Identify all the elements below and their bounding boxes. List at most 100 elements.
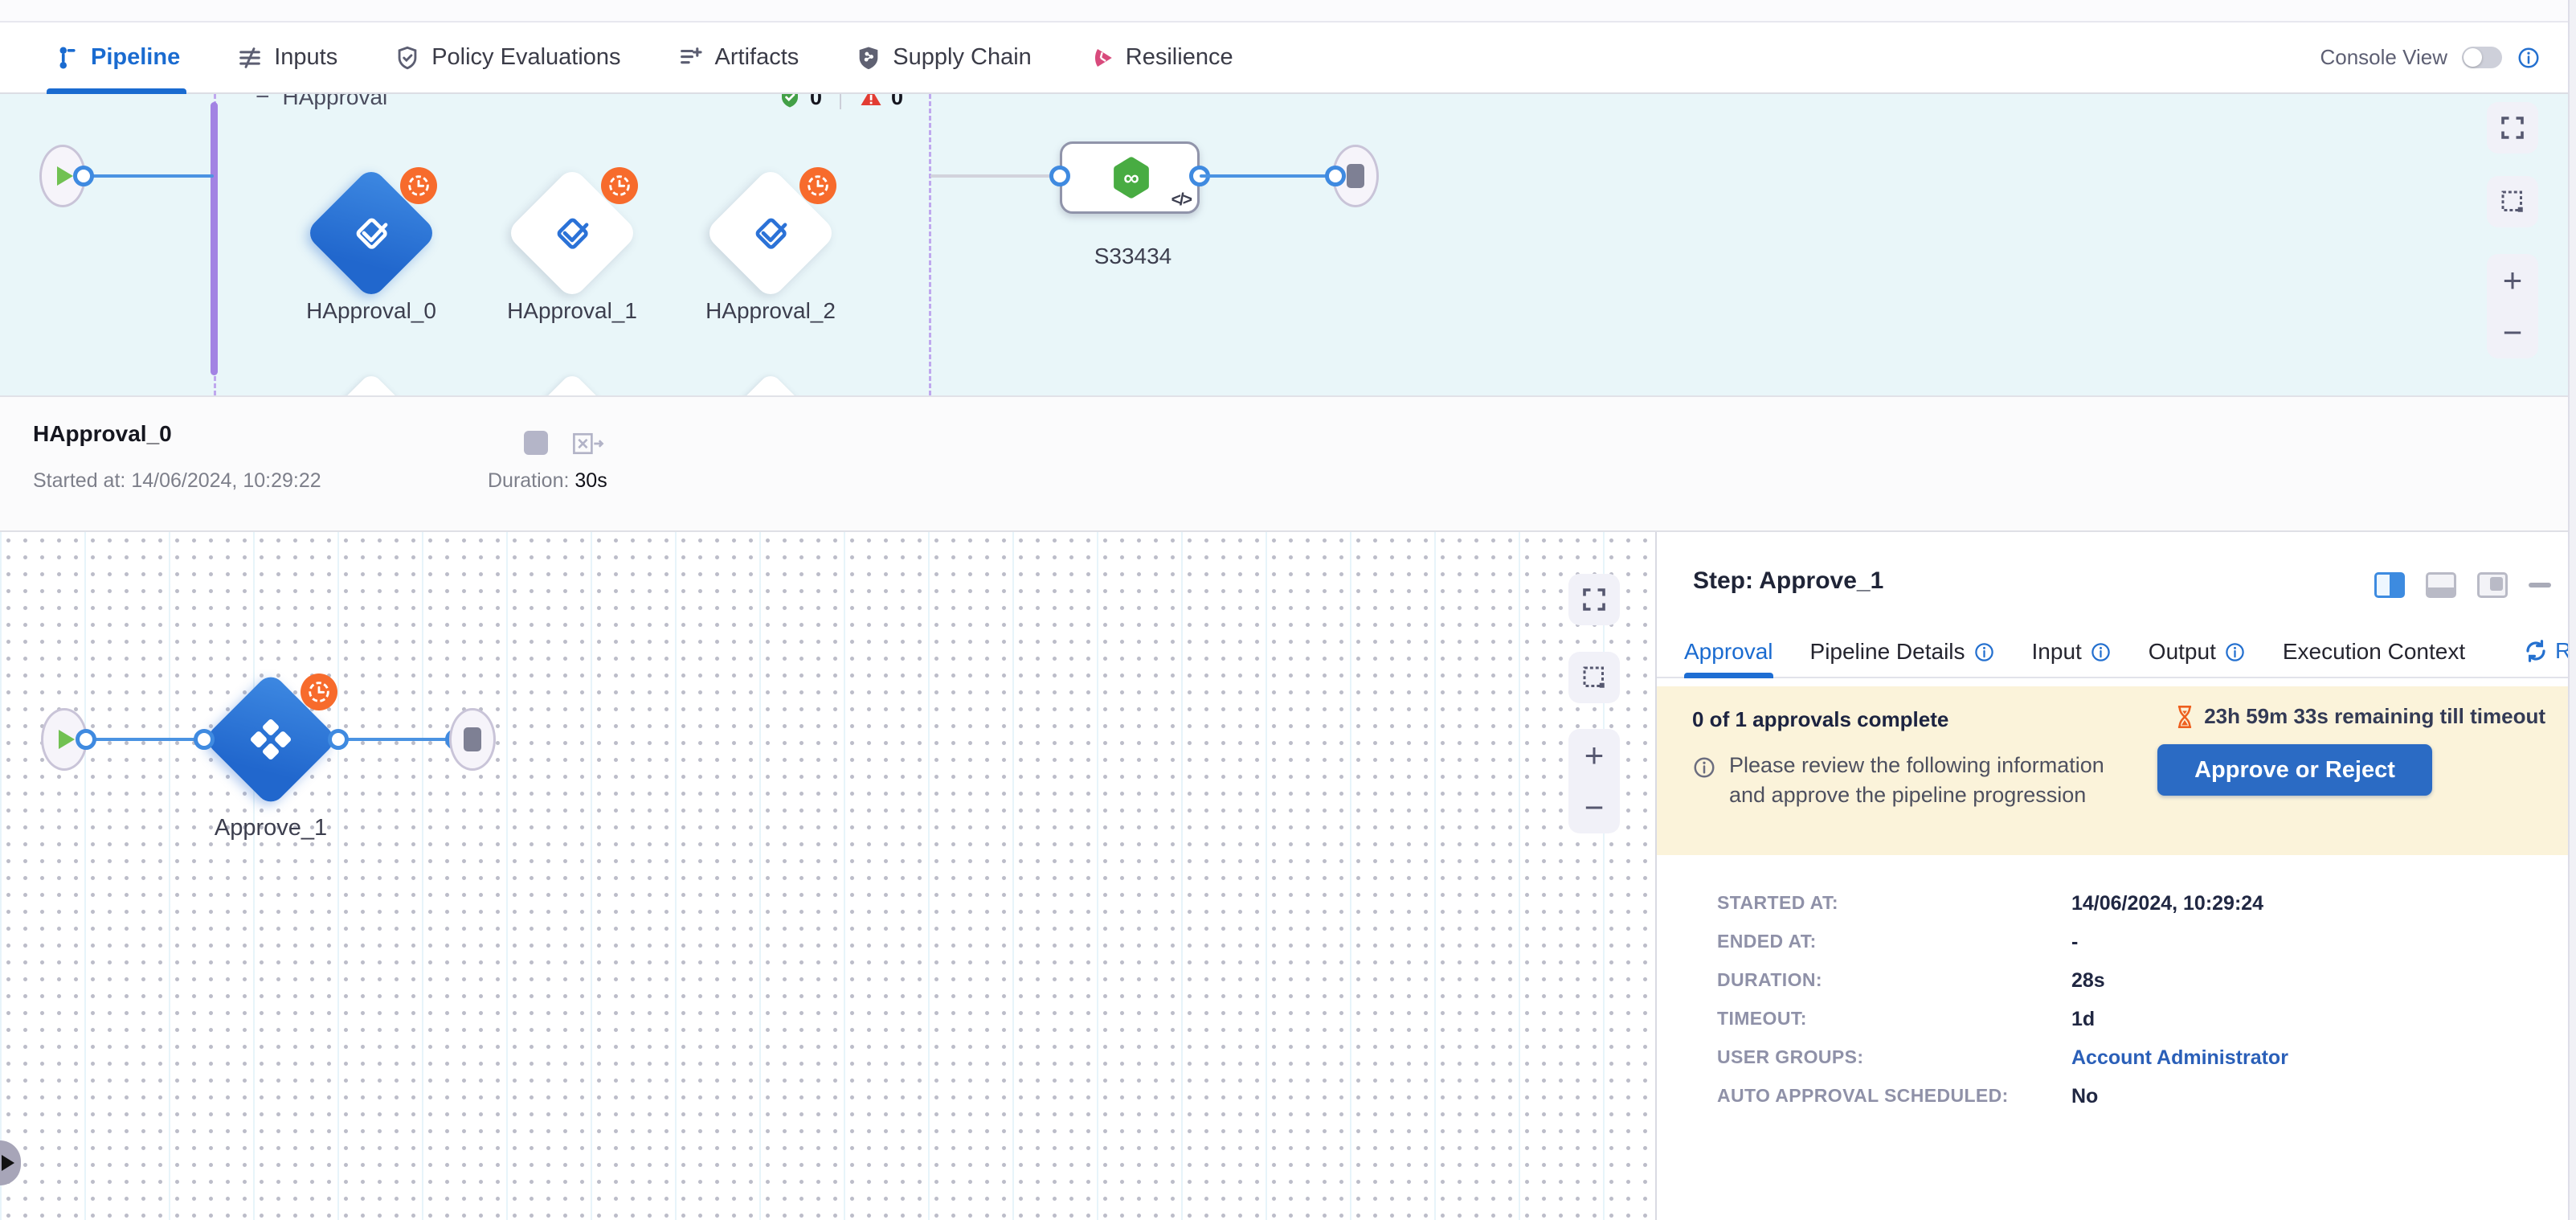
zoom-out-button[interactable]: − xyxy=(2503,316,2523,350)
tab-artifacts[interactable]: Artifacts xyxy=(671,23,806,92)
approve-or-reject-button[interactable]: Approve or Reject xyxy=(2157,744,2432,796)
fullscreen-button[interactable] xyxy=(1568,574,1620,625)
tab-execution-context[interactable]: Execution Context xyxy=(2283,627,2465,677)
hourglass-icon xyxy=(2173,705,2196,729)
edge-line xyxy=(1200,174,1336,178)
timeout-clock-badge xyxy=(799,167,836,204)
tab-pipeline[interactable]: Pipeline xyxy=(47,23,186,92)
fail-count: 0 xyxy=(891,94,903,110)
tab-inputs[interactable]: Inputs xyxy=(230,23,344,92)
tab-policy-evaluations[interactable]: Policy Evaluations xyxy=(387,23,627,92)
connector-port xyxy=(73,166,94,186)
list-plus-icon xyxy=(677,44,705,72)
graph-end-node[interactable] xyxy=(449,708,496,771)
timeout-clock-badge xyxy=(400,167,437,204)
marquee-select-button[interactable] xyxy=(2487,176,2538,227)
panel-title: Step: Approve_1 xyxy=(1693,567,1883,595)
zoom-in-button[interactable]: + xyxy=(1584,739,1605,772)
detail-value: No xyxy=(2071,1085,2098,1108)
caret-right-icon xyxy=(2,1155,14,1171)
info-icon xyxy=(2224,641,2246,663)
step-node-approve-1[interactable] xyxy=(202,671,339,808)
info-icon xyxy=(1692,755,1716,780)
step-node-happroval-1[interactable] xyxy=(505,166,639,300)
split-right-view-button[interactable] xyxy=(2374,572,2405,598)
collapse-minus-icon[interactable]: − xyxy=(256,94,270,111)
selected-stage-bar xyxy=(211,102,218,375)
timeout-clock-badge xyxy=(601,167,638,204)
success-shield-icon xyxy=(778,94,802,109)
tab-label: Policy Evaluations xyxy=(431,44,620,71)
play-icon xyxy=(57,166,73,186)
approval-message: Please review the following information … xyxy=(1729,751,2104,810)
detail-label: STARTED AT: xyxy=(1717,892,2071,915)
step-label: HApproval_2 xyxy=(704,298,837,324)
detail-row: USER GROUPS: Account Administrator xyxy=(1717,1046,2288,1070)
marquee-select-button[interactable] xyxy=(1568,652,1620,703)
stop-icon xyxy=(1347,164,1364,188)
step-node-happroval-2[interactable] xyxy=(704,166,837,300)
timeout-clock-badge xyxy=(301,673,337,710)
stage-boundary-right xyxy=(929,94,931,395)
info-icon[interactable] xyxy=(2517,46,2541,70)
marquee-icon xyxy=(2498,187,2527,216)
tab-label: Output xyxy=(2149,639,2216,665)
top-strip xyxy=(0,0,2576,23)
tab-label: Input xyxy=(2032,639,2082,665)
panel-tabs: Approval Pipeline Details Input Output E… xyxy=(1657,627,2576,678)
detail-row: AUTO APPROVAL SCHEDULED: No xyxy=(1717,1085,2098,1108)
detail-row: TIMEOUT: 1d xyxy=(1717,1008,2095,1031)
detail-value: 1d xyxy=(2071,1008,2095,1031)
tab-label: Inputs xyxy=(274,44,337,71)
step-node-s33434[interactable]: ∞ </> xyxy=(1060,141,1200,214)
approval-banner: 0 of 1 approvals complete 23h 59m 33s re… xyxy=(1657,686,2576,855)
stop-icon xyxy=(464,727,481,751)
drawer-expand-handle[interactable] xyxy=(0,1140,21,1185)
detail-label: TIMEOUT: xyxy=(1717,1008,2071,1031)
bottom-view-button[interactable] xyxy=(2426,572,2456,598)
console-view-toggle[interactable] xyxy=(2462,47,2502,68)
approval-progress: 0 of 1 approvals complete xyxy=(1692,707,1948,732)
tab-approval[interactable]: Approval xyxy=(1684,627,1773,677)
approval-check-icon xyxy=(746,208,795,258)
info-icon xyxy=(2090,641,2112,663)
fullscreen-icon xyxy=(1580,585,1609,614)
tab-resilience[interactable]: Resilience xyxy=(1082,23,1240,92)
tab-pipeline-details[interactable]: Pipeline Details xyxy=(1810,627,1995,677)
tab-input[interactable]: Input xyxy=(2032,627,2112,677)
play-icon xyxy=(59,730,75,749)
tab-output[interactable]: Output xyxy=(2149,627,2246,677)
execution-nav-bar: Pipeline Inputs Policy Evaluations Artif… xyxy=(0,23,2576,94)
step-node-partial xyxy=(314,371,427,395)
toggle-knob xyxy=(2464,48,2482,67)
detail-value: 14/06/2024, 10:29:24 xyxy=(2071,892,2263,915)
fullscreen-button[interactable] xyxy=(2487,102,2538,154)
tab-label: Pipeline Details xyxy=(1810,639,1965,665)
step-label: S33434 xyxy=(1063,244,1203,269)
detail-label: AUTO APPROVAL SCHEDULED: xyxy=(1717,1085,2071,1108)
detail-label: ENDED AT: xyxy=(1717,931,2071,954)
step-label: HApproval_0 xyxy=(305,298,438,324)
pipeline-stage-canvas[interactable]: − HApproval 0 0 xyxy=(0,94,2576,395)
code-glyph: </> xyxy=(1171,190,1191,210)
zoom-controls: + − xyxy=(1568,729,1620,833)
connector-port xyxy=(194,729,215,750)
user-groups-link[interactable]: Account Administrator xyxy=(2071,1046,2288,1070)
zoom-in-button[interactable]: + xyxy=(2503,264,2523,297)
fail-warning-icon xyxy=(859,94,883,109)
tab-supply-chain[interactable]: Supply Chain xyxy=(848,23,1038,92)
fullscreen-icon xyxy=(2498,113,2527,142)
floating-view-button[interactable] xyxy=(2477,572,2508,598)
step-graph-canvas[interactable]: Approve_1 + − xyxy=(0,532,1655,1220)
stage-header[interactable]: − HApproval xyxy=(256,94,387,115)
svg-text:∞: ∞ xyxy=(1123,165,1139,190)
step-node-happroval-0[interactable] xyxy=(305,166,438,300)
stage-square-icon[interactable] xyxy=(524,431,548,455)
page-scrollbar-track[interactable] xyxy=(2568,0,2576,1220)
success-count: 0 xyxy=(810,94,822,110)
inputs-icon xyxy=(236,44,264,72)
zoom-out-button[interactable]: − xyxy=(1584,791,1605,825)
skip-exit-icon[interactable] xyxy=(570,429,606,458)
started-at-text: Started at: 14/06/2024, 10:29:22 xyxy=(33,469,321,493)
minimize-panel-button[interactable] xyxy=(2529,583,2551,587)
